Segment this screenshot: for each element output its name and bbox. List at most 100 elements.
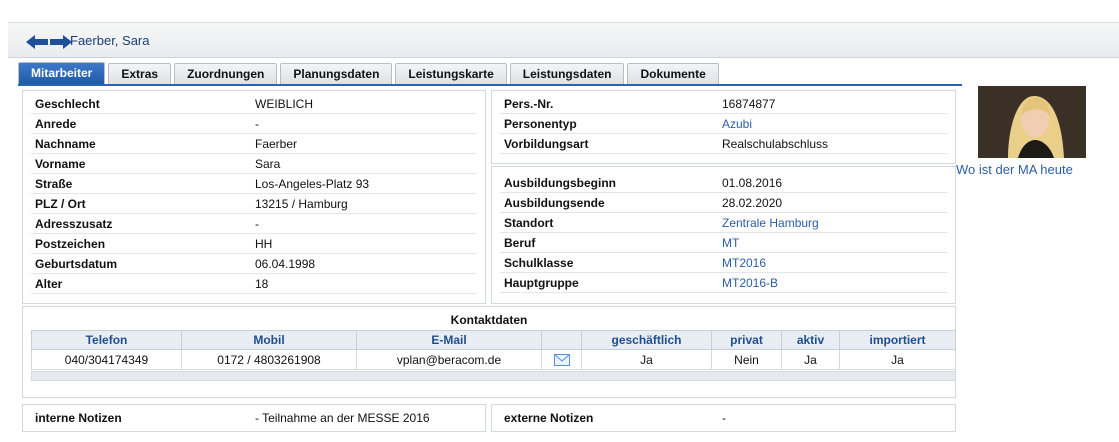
col-header: privat	[711, 330, 782, 350]
field-value: HH	[255, 236, 273, 251]
field-value-link[interactable]: MT	[722, 236, 739, 250]
col-header: importiert	[839, 330, 956, 350]
internal-notes-label: interne Notizen	[35, 411, 122, 425]
col-header: geschäftlich	[581, 330, 712, 350]
field-label: Straße	[35, 176, 73, 191]
tab-planungsdaten[interactable]: Planungsdaten	[280, 63, 393, 84]
field-row: Vorname Sara	[31, 154, 477, 174]
field-label: Postzeichen	[35, 236, 106, 251]
tab-leistungskarte[interactable]: Leistungskarte	[395, 63, 507, 84]
title-bar: Faerber, Sara	[8, 22, 1119, 58]
field-label: Vorname	[35, 156, 86, 171]
contact-panel: Kontaktdaten Telefon Mobil E-Mail geschä…	[22, 306, 956, 398]
field-row: Beruf MT	[500, 233, 947, 253]
field-row: Geschlecht WEIBLICH	[31, 94, 477, 114]
tab-dokumente[interactable]: Dokumente	[627, 63, 719, 84]
mail-icon[interactable]	[553, 354, 570, 367]
field-value: WEIBLICH	[255, 96, 314, 111]
field-label: Ausbildungsbeginn	[504, 175, 616, 190]
field-label: Hauptgruppe	[504, 275, 579, 290]
person-info-panel: Pers.-Nr. 16874877 Personentyp Azubi Vorbi…	[491, 90, 956, 164]
field-label: Nachname	[35, 136, 96, 151]
employee-photo	[978, 86, 1086, 158]
external-notes-panel: externe Notizen -	[491, 404, 956, 432]
field-label: Vorbildungsart	[504, 136, 589, 151]
field-label: PLZ / Ort	[35, 196, 86, 211]
field-value: 18	[255, 276, 269, 291]
field-value-link[interactable]: Zentrale Hamburg	[722, 216, 819, 230]
employee-name-title: Faerber, Sara	[70, 33, 150, 48]
field-label: Anrede	[35, 116, 77, 131]
field-value: 13215 / Hamburg	[255, 196, 348, 211]
tab-extras[interactable]: Extras	[108, 63, 172, 84]
field-label: Alter	[35, 276, 63, 291]
whereabouts-link[interactable]: Wo ist der MA heute	[956, 162, 1073, 177]
cell-telefon: 040/304174349	[31, 349, 182, 370]
field-label: Geschlecht	[35, 96, 100, 111]
contact-table: Telefon Mobil E-Mail geschäftlich privat…	[31, 330, 956, 370]
cell-mobil: 0172 / 4803261908	[181, 349, 357, 370]
field-label: Personentyp	[504, 116, 577, 131]
field-row: Vorbildungsart Realschulabschluss	[500, 134, 947, 154]
field-value: Realschulabschluss	[722, 136, 829, 151]
field-row: Postzeichen HH	[31, 234, 477, 254]
field-value: 28.02.2020	[722, 195, 783, 210]
field-row: PLZ / Ort 13215 / Hamburg	[31, 194, 477, 214]
tab-zuordnungen[interactable]: Zuordnungen	[174, 63, 278, 84]
field-label: Schulklasse	[504, 255, 574, 270]
field-row: Ausbildungsbeginn 01.08.2016	[500, 173, 947, 193]
external-notes-label: externe Notizen	[504, 411, 594, 425]
field-row: Anrede -	[31, 114, 477, 134]
tab-leistungsdaten[interactable]: Leistungsdaten	[509, 63, 625, 84]
cell-aktiv: Ja	[781, 349, 840, 370]
tab-bar: Mitarbeiter Extras Zuordnungen Planungsd…	[18, 62, 722, 84]
field-value: 01.08.2016	[722, 175, 783, 190]
field-row: Standort Zentrale Hamburg	[500, 213, 947, 233]
field-label: Standort	[504, 215, 554, 230]
training-panel: Ausbildungsbeginn 01.08.2016 Ausbildungse…	[491, 166, 956, 304]
field-label: Beruf	[504, 235, 536, 250]
table-footer	[31, 371, 956, 381]
internal-notes-value: - Teilnahme an der MESSE 2016	[255, 411, 430, 425]
field-value: 06.04.1998	[255, 256, 316, 271]
personal-data-panel: Geschlecht WEIBLICH Anrede - Nachname Faerb…	[22, 90, 486, 304]
field-value-link[interactable]: MT2016-B	[722, 276, 778, 290]
cell-email: vplan@beracom.de	[356, 349, 542, 370]
field-value: -	[255, 116, 259, 131]
external-notes-value: -	[722, 411, 726, 425]
field-value: Faerber	[255, 136, 298, 151]
col-header: aktiv	[781, 330, 840, 350]
col-header: Telefon	[31, 330, 182, 350]
arrow-right-icon[interactable]	[50, 35, 72, 49]
field-row: Straße Los-Angeles-Platz 93	[31, 174, 477, 194]
contact-title: Kontaktdaten	[450, 313, 528, 327]
cell-geschaeftlich: Ja	[581, 349, 712, 370]
field-row: Personentyp Azubi	[500, 114, 947, 134]
field-row: Ausbildungsende 28.02.2020	[500, 193, 947, 213]
field-value: Sara	[255, 156, 281, 171]
field-row: Adresszusatz -	[31, 214, 477, 234]
cell-privat: Nein	[711, 349, 782, 370]
col-header	[541, 330, 582, 350]
field-row: Geburtsdatum 06.04.1998	[31, 254, 477, 274]
field-row: Alter 18	[31, 274, 477, 294]
field-label: Ausbildungsende	[504, 195, 605, 210]
field-row: Nachname Faerber	[31, 134, 477, 154]
field-row: Pers.-Nr. 16874877	[500, 94, 947, 114]
field-value-link[interactable]: Azubi	[722, 117, 752, 131]
mail-cell	[541, 349, 582, 370]
field-label: Adresszusatz	[35, 216, 113, 231]
arrow-left-icon[interactable]	[26, 35, 48, 49]
field-value: 16874877	[722, 96, 776, 111]
employee-window: Faerber, Sara Mitarbeiter Extras Zuordnu…	[8, 10, 1119, 442]
field-row: Schulklasse MT2016	[500, 253, 947, 273]
col-header: Mobil	[181, 330, 357, 350]
nav-arrows	[26, 35, 72, 49]
table-row: 040/304174349 0172 / 4803261908 vplan@be…	[31, 349, 956, 370]
field-row: Hauptgruppe MT2016-B	[500, 273, 947, 293]
tab-underline	[18, 84, 962, 86]
field-value-link[interactable]: MT2016	[722, 256, 766, 270]
field-value: Los-Angeles-Platz 93	[255, 176, 370, 191]
field-label: Geburtsdatum	[35, 256, 118, 271]
tab-mitarbeiter[interactable]: Mitarbeiter	[18, 62, 106, 84]
